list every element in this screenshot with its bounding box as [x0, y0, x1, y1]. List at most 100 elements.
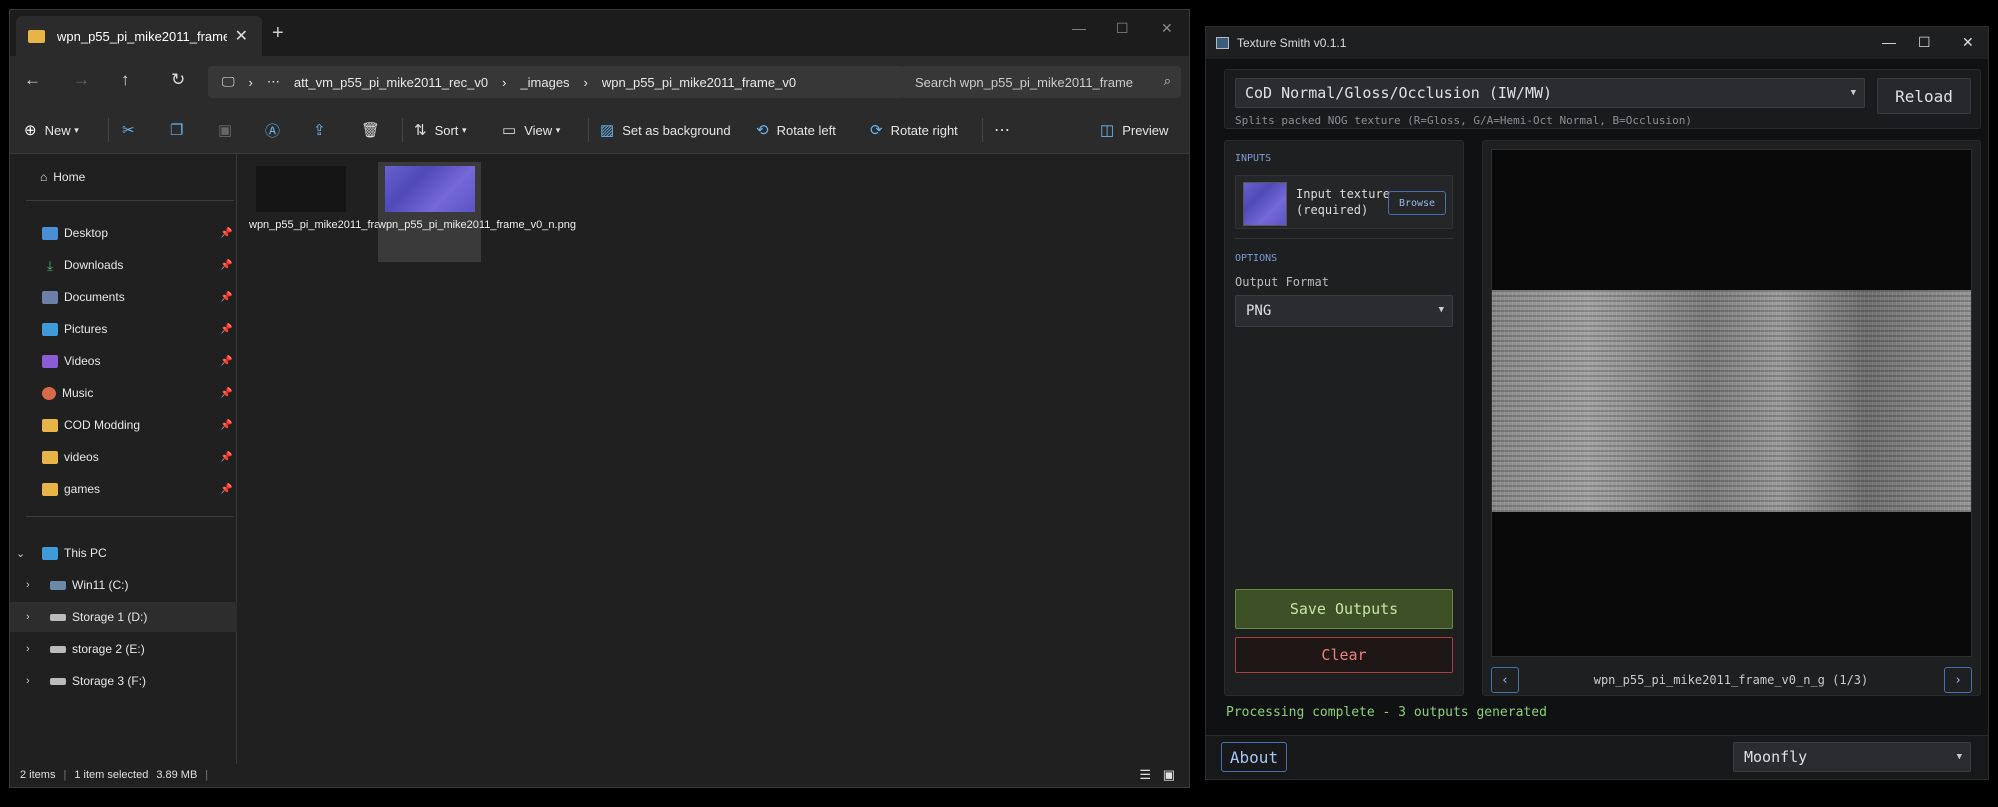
search-input[interactable]: Search wpn_p55_pi_mike2011_frame ⌕ — [901, 66, 1181, 98]
divider — [588, 118, 589, 142]
preset-description: Splits packed NOG texture (R=Gloss, G/A=… — [1235, 114, 1692, 127]
scissors-icon: ✂ — [122, 122, 135, 139]
preview-label: Preview — [1122, 122, 1169, 138]
clear-button[interactable]: Clear — [1235, 637, 1453, 673]
paste-button[interactable]: ▣ — [218, 106, 240, 154]
copy-button[interactable]: ❐ — [170, 106, 191, 154]
refresh-button[interactable]: ↻ — [171, 70, 185, 90]
about-button[interactable]: About — [1221, 742, 1287, 772]
next-output-button[interactable]: › — [1944, 667, 1972, 693]
divider — [26, 200, 234, 201]
sidebar-item-videos-folder[interactable]: videos 📌 — [10, 442, 237, 472]
rotate-left-icon: ⟲ — [756, 122, 769, 139]
close-window-button[interactable]: ✕ — [1161, 20, 1173, 37]
sidebar-item-drive-d[interactable]: › Storage 1 (D:) — [10, 602, 237, 632]
chevron-right-icon: › — [26, 579, 30, 591]
pin-icon: 📌 — [220, 387, 233, 399]
delete-button[interactable]: 🗑 — [361, 106, 388, 154]
chevron-down-icon: ▾ — [462, 124, 467, 135]
maximize-button[interactable]: ☐ — [1116, 20, 1129, 37]
sidebar-item-label: Downloads — [64, 258, 124, 272]
back-button[interactable]: ← — [24, 70, 41, 90]
file-item[interactable]: wpn_p55_pi_mike2011_frame_v0_c.png — [249, 162, 447, 262]
chevron-right-icon: › — [248, 74, 253, 90]
chevron-down-icon: ▼ — [1850, 88, 1856, 98]
explorer-tab[interactable]: wpn_p55_pi_mike2011_frame_ ✕ — [16, 16, 262, 56]
breadcrumb[interactable]: wpn_p55_pi_mike2011_frame_v0 — [602, 75, 796, 90]
command-bar: ⊕ New ▾ ✂ ❐ ▣ Ⓐ ⇪ 🗑 ⇅ Sort ▾ ▭ View ▾ ▨ Set … — [10, 106, 1189, 154]
status-bar: 2 items | 1 item selected 3.89 MB | ☰ ▣ — [10, 762, 1189, 787]
close-window-button[interactable]: ✕ — [1962, 34, 1974, 51]
sidebar-item-label: storage 2 (E:) — [72, 642, 145, 656]
file-item-selected[interactable]: wpn_p55_pi_mike2011_frame_v0_n.png — [378, 162, 576, 262]
sidebar-item-home[interactable]: ⌂ Home — [10, 162, 237, 192]
view-label: View — [524, 122, 553, 138]
reload-button[interactable]: Reload — [1877, 78, 1971, 114]
breadcrumb[interactable]: _images — [520, 75, 569, 90]
sidebar-item-drive-c[interactable]: › Win11 (C:) — [10, 570, 237, 600]
close-tab-icon[interactable]: ✕ — [235, 26, 248, 46]
rotate-right-button[interactable]: ⟳ Rotate right — [870, 106, 958, 154]
theme-select[interactable]: Moonfly ▼ — [1733, 742, 1971, 772]
texture-smith-window: Texture Smith v0.1.1 — ☐ ✕ CoD Normal/Gl… — [1205, 26, 1989, 780]
chevron-right-icon: › — [26, 643, 30, 655]
sort-button[interactable]: ⇅ Sort ▾ — [414, 106, 467, 154]
input-texture-row: Input texture (required) Browse — [1235, 175, 1453, 229]
chevron-down-icon: ▾ — [555, 124, 561, 135]
navigation-bar: ← → ↑ ↻ 🖵 › ⋯ att_vm_p55_pi_mike2011_rec… — [10, 56, 1189, 106]
divider: | — [205, 768, 209, 781]
set-background-label: Set as background — [622, 122, 731, 138]
sidebar-item-drive-e[interactable]: › storage 2 (E:) — [10, 634, 237, 664]
pin-icon: 📌 — [220, 291, 233, 303]
pin-icon: 📌 — [220, 259, 233, 271]
sidebar-item-music[interactable]: Music 📌 — [10, 378, 237, 408]
new-tab-button[interactable]: + — [272, 22, 284, 45]
sidebar-item-drive-f[interactable]: › Storage 3 (F:) — [10, 666, 237, 696]
minimize-button[interactable]: — — [1882, 34, 1896, 50]
sidebar-item-documents[interactable]: Documents 📌 — [10, 282, 237, 312]
chevron-down-icon: ▼ — [1956, 752, 1962, 762]
minimize-button[interactable]: — — [1072, 20, 1086, 36]
forward-button[interactable]: → — [73, 70, 90, 90]
rotate-right-icon: ⟳ — [870, 122, 883, 139]
view-button[interactable]: ▭ View ▾ — [502, 106, 560, 154]
sidebar-item-videos[interactable]: Videos 📌 — [10, 346, 237, 376]
sidebar-item-label: Music — [62, 386, 94, 400]
file-name: wpn_p55_pi_mike2011_frame_v0_n.png — [378, 219, 576, 231]
view-icon: ▭ — [502, 122, 517, 139]
sidebar-item-pictures[interactable]: Pictures 📌 — [10, 314, 237, 344]
preview-pane-button[interactable]: ◫ Preview — [1100, 106, 1168, 154]
save-outputs-button[interactable]: Save Outputs — [1235, 589, 1453, 629]
share-icon: ⇪ — [313, 122, 326, 139]
preset-select[interactable]: CoD Normal/Gloss/Occlusion (IW/MW) ▼ — [1235, 78, 1865, 108]
trash-icon: 🗑 — [361, 122, 381, 139]
new-button[interactable]: ⊕ New ▾ — [24, 106, 79, 154]
cut-button[interactable]: ✂ — [122, 106, 143, 154]
clipboard-icon: ▣ — [218, 122, 233, 139]
sidebar-item-desktop[interactable]: Desktop 📌 — [10, 218, 237, 248]
output-format-select[interactable]: PNG ▼ — [1235, 295, 1453, 327]
address-overflow[interactable]: ⋯ — [267, 74, 280, 90]
sidebar-item-this-pc[interactable]: ⌄ This PC — [10, 538, 237, 568]
sidebar-item-downloads[interactable]: ⤓ Downloads 📌 — [10, 250, 237, 280]
maximize-button[interactable]: ☐ — [1918, 34, 1931, 51]
address-bar[interactable]: 🖵 › ⋯ att_vm_p55_pi_mike2011_rec_v0 › _i… — [208, 66, 904, 98]
tiles-view-icon[interactable]: ▣ — [1163, 767, 1175, 783]
sidebar-item-games[interactable]: games 📌 — [10, 474, 237, 504]
file-name: wpn_p55_pi_mike2011_frame_v0_c.png — [249, 219, 447, 231]
sidebar-item-label: Win11 (C:) — [72, 578, 129, 592]
up-button[interactable]: ↑ — [121, 70, 130, 90]
share-button[interactable]: ⇪ — [313, 106, 334, 154]
set-background-button[interactable]: ▨ Set as background — [600, 106, 731, 154]
drive-icon — [50, 580, 66, 590]
previous-output-button[interactable]: ‹ — [1491, 667, 1519, 693]
sort-label: Sort — [434, 122, 459, 138]
details-view-icon[interactable]: ☰ — [1139, 767, 1151, 783]
more-options-button[interactable]: ⋯ — [994, 106, 1010, 154]
sidebar-item-cod-modding[interactable]: COD Modding 📌 — [10, 410, 237, 440]
breadcrumb[interactable]: att_vm_p55_pi_mike2011_rec_v0 — [294, 75, 488, 90]
browse-button[interactable]: Browse — [1388, 191, 1446, 215]
folder-icon — [42, 418, 58, 432]
rotate-left-button[interactable]: ⟲ Rotate left — [756, 106, 836, 154]
rename-button[interactable]: Ⓐ — [265, 106, 288, 154]
